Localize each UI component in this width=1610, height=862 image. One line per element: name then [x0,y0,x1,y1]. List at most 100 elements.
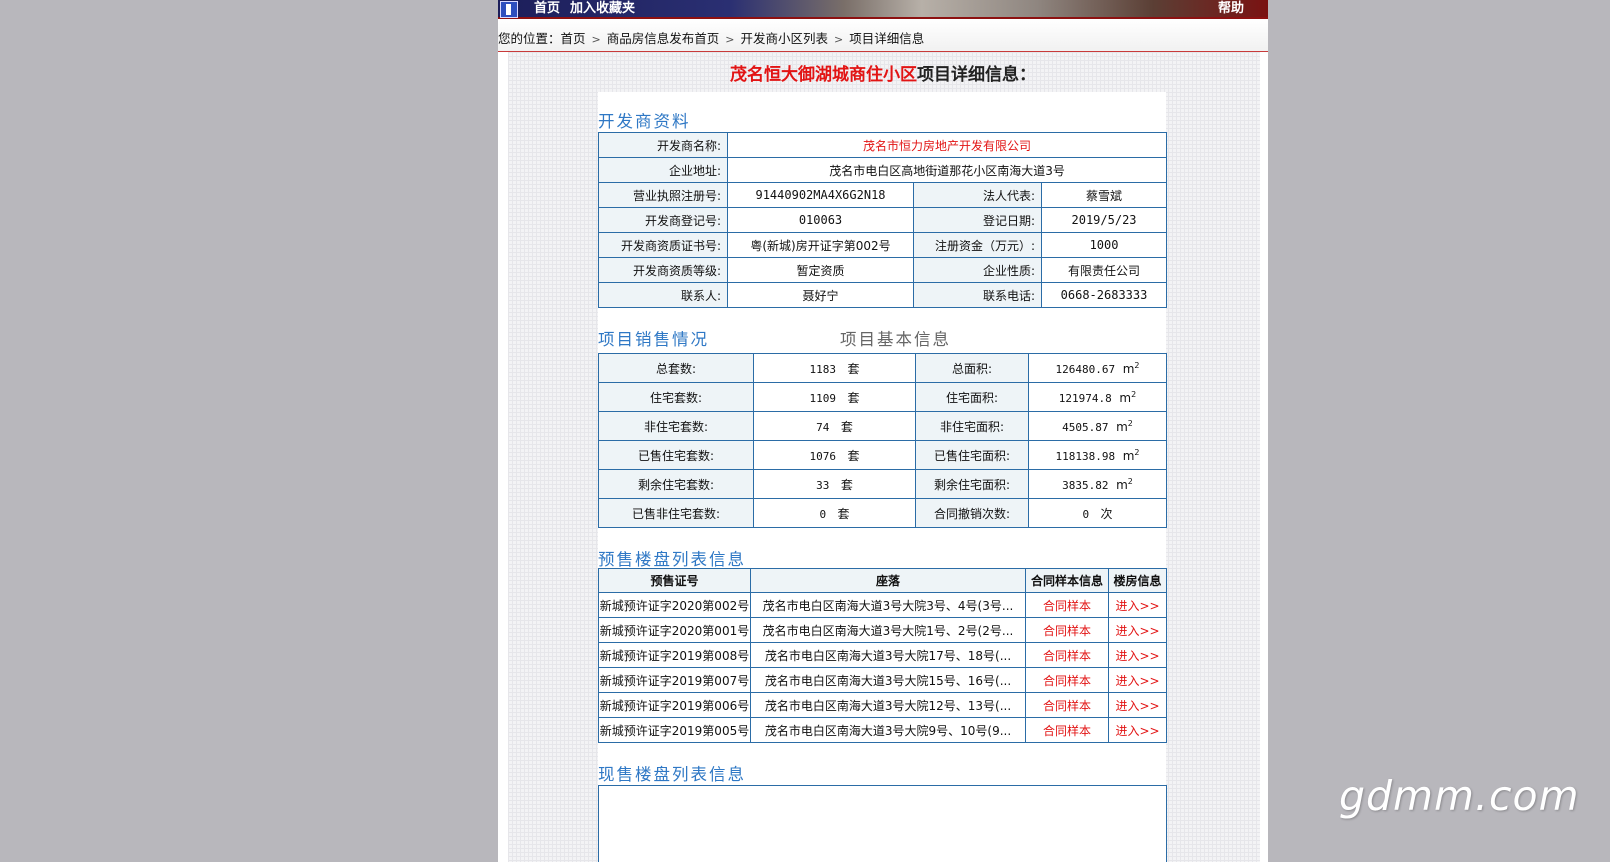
square-superscript: 2 [1131,389,1137,399]
area-label: 总面积: [915,353,1029,383]
presale-header-location: 座落 [750,568,1026,593]
times-unit: 次 [1100,506,1113,521]
presale-cert: 新城预许证字2020第002号 [598,592,751,618]
square-superscript: 2 [1127,418,1133,428]
contract-sample-link[interactable]: 合同样本 [1025,592,1109,618]
contract-sample-link[interactable]: 合同样本 [1025,617,1109,643]
square-superscript: 2 [1134,360,1140,370]
page-container: 首页 加入收藏夹 帮助 您的位置：首页 > 商品房信息发布首页 > 开发商小区列表 > 项目… [498,0,1268,862]
grade-value: 暂定资质 [727,257,914,283]
enter-building-link[interactable]: 进入>> [1108,717,1167,743]
set-unit: 套 [837,506,850,521]
nav-home-link[interactable]: 首页 [534,0,560,17]
area-unit: m [1122,448,1135,463]
table-row: 新城预许证字2019第005号 茂名市电白区南海大道3号大院9号、10号(9...… [598,717,1167,743]
breadcrumb-home[interactable]: 首页 [561,31,586,46]
area-unit: m [1122,361,1135,376]
square-superscript: 2 [1127,476,1133,486]
contract-sample-link[interactable]: 合同样本 [1025,667,1109,693]
breadcrumb-current: 项目详细信息 [849,31,925,46]
sales-count: 74 [816,420,830,434]
enter-building-link[interactable]: 进入>> [1108,692,1167,718]
contact-label: 联系人: [598,282,728,308]
cert-value: 粤(新城)房开证字第002号 [727,232,914,258]
developer-table: 开发商名称: 茂名市恒力房地产开发有限公司 企业地址: 茂名市电白区高地街道那花… [598,132,1168,308]
watermark-text: gdmm.com [1339,772,1580,820]
contact-value: 聂好宁 [727,282,914,308]
capital-label: 注册资金（万元）: [913,232,1042,258]
table-row: 开发商资质等级: 暂定资质 企业性质: 有限责任公司 [598,257,1168,283]
area-value: 0 [1082,507,1090,521]
sales-section-title: 项目销售情况 [598,330,709,349]
nature-label: 企业性质: [913,257,1042,283]
nav-help-link[interactable]: 帮助 [1218,0,1244,17]
presale-cert: 新城预许证字2019第005号 [598,717,751,743]
table-row: 开发商登记号: 010063 登记日期: 2019/5/23 [598,207,1168,233]
breadcrumb-developer-list[interactable]: 开发商小区列表 [740,31,828,46]
legal-label: 法人代表: [913,182,1042,208]
area-value-cell: 126480.67 m2 [1028,353,1167,383]
area-label: 住宅面积: [915,382,1029,412]
phone-value: 0668-2683333 [1040,282,1168,308]
contract-sample-link[interactable]: 合同样本 [1025,717,1109,743]
presale-location: 茂名市电白区南海大道3号大院15号、16号(... [750,667,1026,693]
table-row: 联系人: 聂好宁 联系电话: 0668-2683333 [598,282,1168,308]
presale-header-contract: 合同样本信息 [1025,568,1109,593]
table-row: 开发商名称: 茂名市恒力房地产开发有限公司 [598,132,1168,158]
table-row: 企业地址: 茂名市电白区高地街道那花小区南海大道3号 [598,157,1168,183]
area-value: 121974.8 [1058,391,1112,405]
enter-building-link[interactable]: 进入>> [1108,642,1167,668]
table-row: 新城预许证字2019第006号 茂名市电白区南海大道3号大院12号、13号(...… [598,692,1167,718]
chevron-right-icon: > [834,33,844,46]
presale-header-building: 楼房信息 [1108,568,1167,593]
grade-label: 开发商资质等级: [598,257,728,283]
area-unit: m [1119,390,1132,405]
table-row: 新城预许证字2020第001号 茂名市电白区南海大道3号大院1号、2号(2号...… [598,617,1167,643]
developer-name: 茂名市恒力房地产开发有限公司 [726,132,1168,158]
set-unit: 套 [840,477,853,492]
current-section-title: 现售楼盘列表信息 [598,765,746,784]
table-row: 新城预许证字2019第008号 茂名市电白区南海大道3号大院17号、18号(...… [598,642,1167,668]
set-unit: 套 [847,448,860,463]
regdate-value: 2019/5/23 [1040,207,1168,233]
area-label: 剩余住宅面积: [915,469,1029,499]
presale-cert: 新城预许证字2019第006号 [598,692,751,718]
presale-header-row: 预售证号 座落 合同样本信息 楼房信息 [598,568,1167,593]
contract-sample-link[interactable]: 合同样本 [1025,692,1109,718]
breadcrumb-prefix: 您的位置： [498,31,561,46]
area-value: 4505.87 [1062,420,1109,434]
regdate-label: 登记日期: [913,207,1042,233]
nav-favorite-link[interactable]: 加入收藏夹 [570,0,635,17]
sales-label: 已售住宅套数: [598,440,754,470]
enter-building-link[interactable]: 进入>> [1108,592,1167,618]
enter-building-link[interactable]: 进入>> [1108,667,1167,693]
sales-table: 总套数: 1183 套总面积: 126480.67 m2 住宅套数: 1109 套住宅面… [598,353,1167,528]
license-value: 91440902MA4X6G2N18 [727,182,914,208]
presale-location: 茂名市电白区南海大道3号大院12号、13号(... [750,692,1026,718]
area-value-cell: 118138.98 m2 [1028,440,1167,470]
presale-cert: 新城预许证字2019第008号 [598,642,751,668]
top-banner: 首页 加入收藏夹 帮助 [498,0,1268,19]
breadcrumb-info-home[interactable]: 商品房信息发布首页 [607,31,720,46]
phone-label: 联系电话: [913,282,1042,308]
sales-count-cell: 1076 套 [753,440,916,470]
breadcrumb: 您的位置：首页 > 商品房信息发布首页 > 开发商小区列表 > 项目详细信息 [498,19,1268,52]
sales-label: 非住宅套数: [598,411,754,441]
enter-building-link[interactable]: 进入>> [1108,617,1167,643]
sales-label: 住宅套数: [598,382,754,412]
address-value: 茂名市电白区高地街道那花小区南海大道3号 [726,157,1168,183]
license-label: 营业执照注册号: [598,182,728,208]
sales-count: 1183 [809,362,837,376]
table-row: 新城预许证字2020第002号 茂名市电白区南海大道3号大院3号、4号(3号...… [598,592,1167,618]
developer-section-title: 开发商资料 [598,112,691,131]
square-superscript: 2 [1134,447,1140,457]
area-unit: m [1116,477,1128,492]
table-row: 非住宅套数: 74 套非住宅面积: 4505.87 m2 [598,411,1167,441]
area-label: 合同撤销次数: [915,498,1029,528]
sales-count-cell: 33 套 [753,469,916,499]
sales-count-cell: 1183 套 [753,353,916,383]
presale-section-title: 预售楼盘列表信息 [598,550,746,569]
contract-sample-link[interactable]: 合同样本 [1025,642,1109,668]
sales-count-cell: 1109 套 [753,382,916,412]
presale-location: 茂名市电白区南海大道3号大院9号、10号(9... [750,717,1026,743]
